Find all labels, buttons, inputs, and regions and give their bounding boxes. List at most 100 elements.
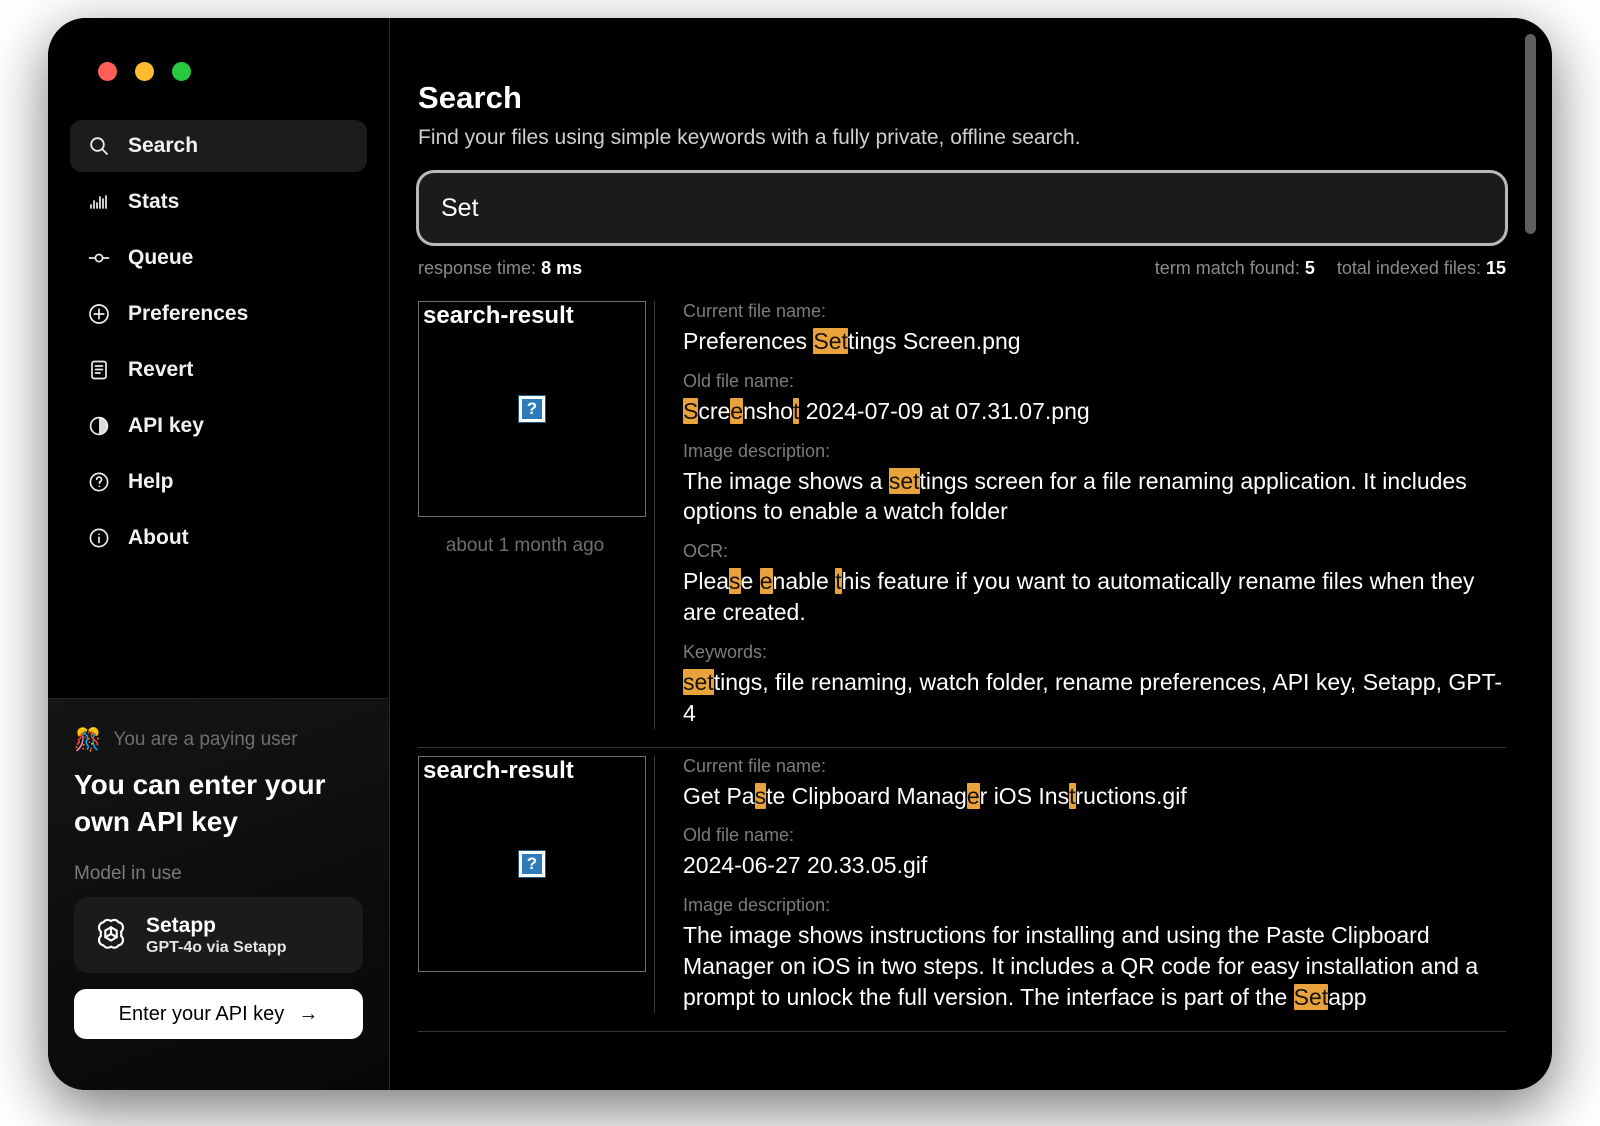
result-field-keywords: Keywords: settings, file renaming, watch … [683,642,1506,729]
result-field-value: Please enable this feature if you want t… [683,568,1475,626]
search-term-highlight: t [835,568,842,595]
sidebar-item-label: Queue [128,246,194,269]
search-results-list[interactable]: search-result? about 1 month ago Current f… [390,293,1552,1090]
model-description: GPT-4o via Setapp [146,939,287,957]
sidebar-item-label: About [128,526,189,549]
result-fields: Current file name: Preferences Settings S… [654,301,1506,729]
sidebar-item-preferences[interactable]: Preferences [70,288,367,340]
result-field-current-file-name: Current file name: Preferences Settings S… [683,301,1506,357]
result-field-ocr: OCR: Please enable this feature if you wa… [683,541,1506,628]
result-field-old-file-name: Old file name: Screenshot 2024-07-09 at 0… [683,371,1506,427]
app-window: Search Stats Queue Preferences Revert AP… [48,18,1552,1090]
sidebar-item-api-key[interactable]: API key [70,400,367,452]
result-field-image-description: Image description: The image shows a sett… [683,441,1506,528]
search-term-highlight: e [966,782,980,809]
sidebar-item-revert[interactable]: Revert [70,344,367,396]
confetti-icon: 🎊 [74,727,102,752]
api-key-promo-panel: 🎊 You are a paying user You can enter yo… [48,698,389,1090]
sidebar-item-search[interactable]: Search [70,120,367,172]
arrow-right-icon: → [298,1002,319,1025]
result-field-value: The image shows a settings screen for a … [683,467,1467,525]
result-thumbnail-column: search-result? [418,755,654,1013]
close-button[interactable] [98,62,117,81]
term-match-label: term match found: [1154,258,1300,278]
total-indexed-files: total indexed files: 15 [1337,258,1506,279]
model-in-use-label: Model in use [74,862,182,884]
promo-title: You can enter your own API key [74,769,326,837]
main-content: Search Find your files using simple keyw… [390,18,1552,1090]
result-field-label: Old file name: [683,370,795,391]
page-subtitle: Find your files using simple keywords wi… [418,126,1081,149]
response-time-value: 8 ms [541,258,583,278]
search-term-highlight: set [683,668,714,695]
result-field-value: The image shows instructions for install… [683,922,1479,1010]
result-field-value: Screenshot 2024-07-09 at 07.31.07.png [683,397,1090,424]
search-term-highlight: s [754,782,767,809]
results-scrollbar[interactable] [1525,34,1536,734]
result-thumbnail-column: search-result? about 1 month ago [418,301,654,729]
sidebar-item-label: Stats [128,190,180,213]
result-field-label: Current file name: [683,755,827,776]
result-field-label: Old file name: [683,825,795,846]
search-input[interactable] [416,170,1508,246]
half-filled-circle-icon [86,413,112,439]
search-result-row[interactable]: search-result? about 1 month ago Current f… [418,293,1506,748]
screenshot-stage: Search Stats Queue Preferences Revert AP… [0,0,1600,1126]
broken-image-placeholder: search-result? [418,755,646,972]
broken-image-question-icon: ? [519,850,545,877]
sidebar-item-label: Help [128,470,174,493]
term-match-found: term match found: 5 [1155,258,1315,279]
sidebar-item-label: API key [128,414,204,437]
response-time-label: response time: [418,258,537,278]
sidebar-item-about[interactable]: About [70,512,367,564]
document-lines-icon [86,357,112,383]
broken-image-placeholder: search-result? [418,301,646,517]
result-field-image-description: Image description: The image shows instru… [683,895,1506,1012]
index-stats: term match found: 5 total indexed files:… [1155,258,1506,279]
sidebar-item-label: Revert [128,358,194,381]
window-controls [48,18,389,102]
broken-image-alt-text: search-result [423,756,574,784]
queue-node-icon [86,245,112,271]
sidebar-item-label: Search [128,134,199,157]
sidebar-item-label: Preferences [128,302,249,325]
page-header: Search Find your files using simple keyw… [390,80,1552,150]
search-term-highlight: t [792,397,800,424]
page-title: Search [418,80,522,115]
enter-api-key-button[interactable]: Enter your API key → [74,989,363,1040]
result-field-value: Get Paste Clipboard Manager iOS Instruct… [683,782,1187,809]
result-fields: Current file name: Get Paste Clipboard Ma… [654,755,1506,1013]
result-field-current-file-name: Current file name: Get Paste Clipboard Ma… [683,756,1506,812]
zoom-button[interactable] [172,62,191,81]
result-field-label: Image description: [683,895,831,916]
model-name: Setapp [146,913,217,937]
search-result-row[interactable]: search-result? Current file name: Get Past… [418,748,1506,1032]
enter-api-key-label: Enter your API key [118,1002,285,1025]
sidebar-nav: Search Stats Queue Preferences Revert AP… [48,102,389,568]
search-field-wrapper [390,150,1552,246]
total-indexed-label: total indexed files: [1336,258,1481,278]
question-circle-icon [86,469,112,495]
scrollbar-thumb[interactable] [1525,34,1536,234]
info-circle-icon [86,525,112,551]
result-field-value: Preferences Settings Screen.png [683,328,1021,354]
search-meta-row: response time: 8 ms term match found: 5 … [390,244,1552,279]
result-field-value: settings, file renaming, watch folder, r… [683,668,1503,726]
paying-user-text: You are a paying user [113,729,298,750]
paying-user-badge: 🎊 You are a paying user [74,729,363,751]
result-field-label: Current file name: [683,301,827,321]
sidebar-item-help[interactable]: Help [70,456,367,508]
sidebar-item-stats[interactable]: Stats [70,176,367,228]
search-term-highlight: t [1069,782,1076,809]
result-timestamp: about 1 month ago [445,535,605,556]
sidebar: Search Stats Queue Preferences Revert AP… [48,18,390,1090]
search-term-highlight: set [888,467,920,494]
search-term-highlight: e [730,397,744,424]
sidebar-item-queue[interactable]: Queue [70,232,367,284]
model-card[interactable]: Setapp GPT-4o via Setapp [74,896,363,974]
openai-logo-icon [92,916,130,954]
minimize-button[interactable] [135,62,154,81]
plus-circle-icon [86,301,112,327]
broken-image-question-icon: ? [519,396,545,422]
search-term-highlight: S [683,397,699,424]
